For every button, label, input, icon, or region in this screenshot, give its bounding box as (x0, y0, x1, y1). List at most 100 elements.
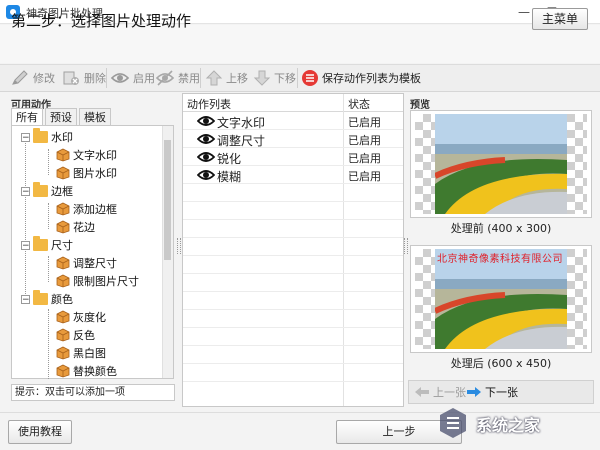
preview-before-image (435, 114, 567, 214)
tree-connector (48, 256, 49, 282)
disable-button[interactable]: 禁用 (155, 67, 200, 89)
table-row-empty (183, 238, 403, 256)
folder-icon (33, 182, 48, 197)
action-name: 锐化 (217, 152, 242, 166)
table-row-empty (183, 274, 403, 292)
tree-connector (25, 136, 26, 296)
table-row[interactable]: 文字水印 已启用 (183, 112, 403, 130)
tree-group-border[interactable]: − 边框 (21, 182, 73, 199)
enable-label: 启用 (133, 72, 155, 85)
tree-item-resize[interactable]: 调整尺寸 (56, 255, 117, 271)
tree-item-black-white[interactable]: 黑白图 (56, 345, 106, 361)
tree-item-invert[interactable]: 反色 (56, 327, 95, 343)
tutorial-button[interactable]: 使用教程 (8, 420, 72, 444)
table-row-empty (183, 310, 403, 328)
after-caption: 处理后 (600 x 450) (450, 357, 552, 370)
tree-item-label: 花边 (73, 221, 95, 234)
collapse-icon[interactable]: − (21, 186, 30, 196)
collapse-icon[interactable]: − (21, 132, 30, 142)
tab-all[interactable]: 所有 (11, 108, 43, 126)
move-down-button[interactable]: 下移 (253, 67, 296, 89)
table-row-empty (183, 184, 403, 202)
tree-item-label: 黑白图 (73, 347, 106, 360)
tab-templates[interactable]: 模板 (79, 108, 111, 126)
move-up-button[interactable]: 上移 (205, 67, 248, 89)
pencil-icon (12, 70, 28, 85)
eye-icon[interactable] (197, 150, 215, 164)
table-row-empty (183, 346, 403, 364)
disable-label: 禁用 (178, 72, 200, 85)
prev-image-label: 上一张 (433, 386, 466, 399)
tree-item-label: 反色 (73, 329, 95, 342)
tree-group-label: 颜色 (51, 293, 73, 306)
hint-text: 提示：双击可以添加一项 (11, 384, 175, 401)
eye-icon[interactable] (197, 132, 215, 146)
cube-icon (56, 202, 70, 216)
column-header-status[interactable]: 状态 (348, 96, 370, 112)
arrow-left-icon (415, 387, 429, 397)
table-row[interactable]: 模糊 已启用 (183, 166, 403, 184)
edit-label: 修改 (33, 72, 55, 85)
delete-button[interactable]: 删除 (61, 67, 106, 89)
left-splitter-handle[interactable] (177, 238, 181, 254)
table-row[interactable]: 调整尺寸 已启用 (183, 130, 403, 148)
edit-button[interactable]: 修改 (10, 67, 55, 89)
arrow-down-icon (253, 70, 271, 86)
save-template-icon (302, 70, 318, 86)
save-template-label: 保存动作列表为模板 (322, 72, 421, 85)
right-splitter-handle[interactable] (404, 238, 408, 254)
delete-label: 删除 (84, 72, 106, 85)
cube-icon (56, 166, 70, 180)
cube-icon (56, 364, 70, 378)
main-menu-button[interactable]: 主菜单 (532, 8, 588, 30)
tree-group-size[interactable]: − 尺寸 (21, 236, 73, 253)
table-row[interactable]: 锐化 已启用 (183, 148, 403, 166)
tab-presets[interactable]: 预设 (45, 108, 77, 126)
tree-item-label: 灰度化 (73, 311, 106, 324)
action-name: 模糊 (217, 170, 242, 184)
table-row-empty (183, 256, 403, 274)
column-header-action[interactable]: 动作列表 (187, 96, 231, 112)
tree-item-limit-size[interactable]: 限制图片尺寸 (56, 273, 139, 289)
tree-item-image-watermark[interactable]: 图片水印 (56, 165, 117, 181)
delete-icon (63, 71, 79, 85)
tree-group-label: 边框 (51, 185, 73, 198)
cube-icon (56, 310, 70, 324)
cube-icon (56, 346, 70, 360)
enable-button[interactable]: 启用 (110, 67, 155, 89)
table-row-empty (183, 364, 403, 382)
eye-icon[interactable] (197, 168, 215, 182)
toolbar-divider (200, 68, 201, 88)
site-watermark-text: 系统之家 (476, 416, 541, 435)
tree-item-text-watermark[interactable]: 文字水印 (56, 147, 117, 163)
page-title: 第二步：选择图片处理动作 (11, 12, 192, 30)
tree-group-label: 尺寸 (51, 239, 73, 252)
next-image-button[interactable]: 下一张 (466, 384, 518, 400)
collapse-icon[interactable]: − (21, 240, 30, 250)
cube-icon (56, 274, 70, 288)
tree-item-add-border[interactable]: 添加边框 (56, 201, 117, 217)
tree-item-grayscale[interactable]: 灰度化 (56, 309, 106, 325)
tree-item-lace[interactable]: 花边 (56, 219, 95, 235)
tree-item-label: 调整尺寸 (73, 257, 117, 270)
prev-image-button[interactable]: 上一张 (414, 384, 466, 400)
save-template-button[interactable]: 保存动作列表为模板 (301, 67, 421, 89)
tree-scrollbar-thumb[interactable] (164, 140, 171, 260)
tree-item-replace-color[interactable]: 替换颜色 (56, 363, 117, 379)
tree-group-color[interactable]: − 颜色 (21, 290, 73, 307)
folder-icon (33, 290, 48, 305)
tree-item-label: 替换颜色 (73, 365, 117, 378)
eye-icon[interactable] (197, 114, 215, 128)
site-watermark: 系统之家 (436, 402, 596, 446)
collapse-icon[interactable]: − (21, 294, 30, 304)
table-row-empty (183, 202, 403, 220)
arrow-right-icon (467, 387, 481, 397)
folder-icon (33, 128, 48, 143)
action-name: 调整尺寸 (217, 134, 266, 148)
site-watermark-logo-icon (440, 408, 466, 438)
cube-icon (56, 328, 70, 342)
tree-group-watermark[interactable]: − 水印 (21, 128, 73, 145)
tree-item-label: 限制图片尺寸 (73, 275, 139, 288)
cube-icon (56, 148, 70, 162)
toolbar-divider (106, 68, 107, 88)
